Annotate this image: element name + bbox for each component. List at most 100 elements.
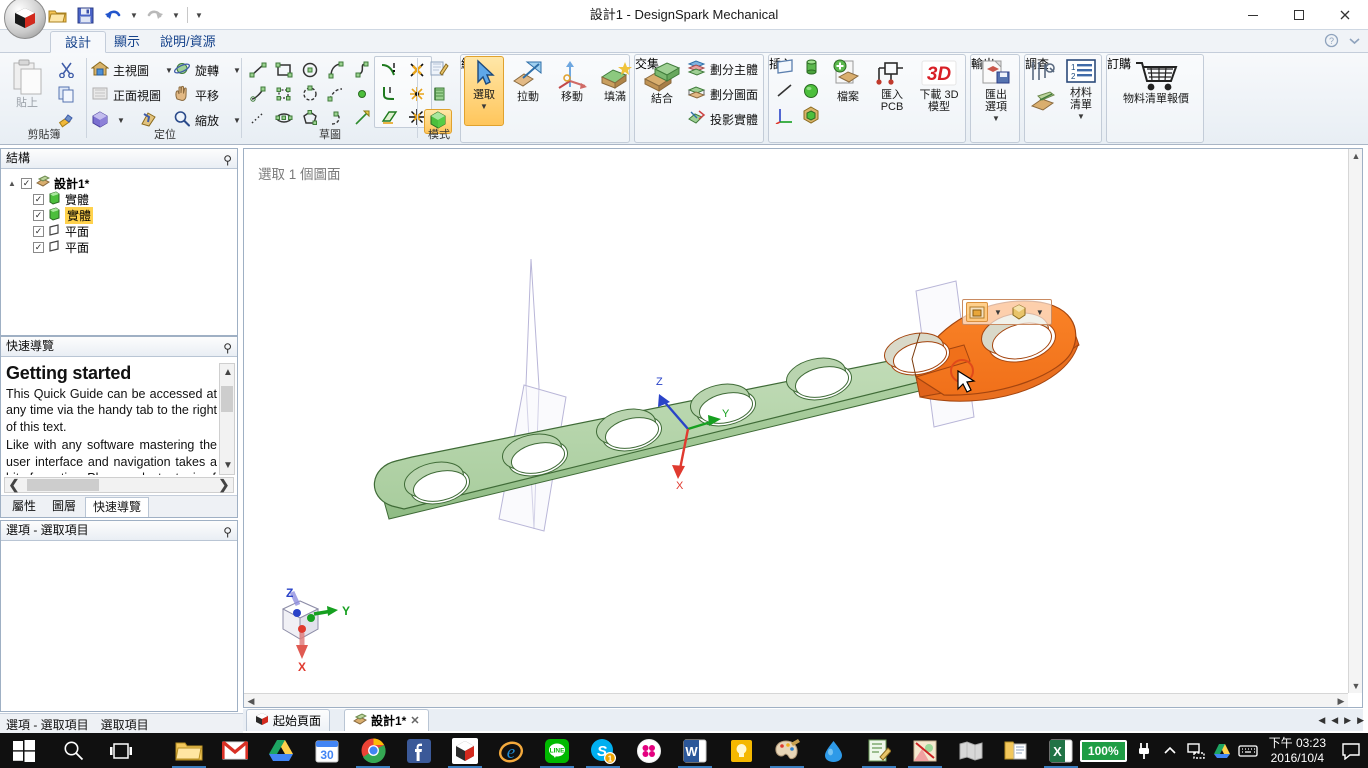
taskbar-item-word[interactable]: W — [672, 733, 718, 768]
tree-item-solid-2[interactable]: ✓ 實體 — [7, 206, 237, 224]
taskbar-item-photos[interactable] — [902, 733, 948, 768]
split-face-button[interactable]: 劃分圖面 — [687, 84, 758, 105]
tab-help-resources[interactable]: 說明/資源 — [146, 31, 230, 53]
taskbar-item-waterdrop[interactable] — [810, 733, 856, 768]
tree-checkbox[interactable]: ✓ — [21, 177, 32, 189]
paste-button[interactable]: 貼上 — [6, 59, 48, 109]
mass-properties-button[interactable] — [1028, 88, 1058, 116]
sketch-tool-line[interactable] — [246, 58, 270, 81]
split-body-button[interactable]: 劃分主體 — [687, 59, 758, 80]
zoom-button[interactable]: 縮放 ▼ — [173, 110, 241, 130]
measure-button[interactable] — [1028, 58, 1058, 86]
spin-caret-icon[interactable]: ▼ — [233, 66, 241, 75]
tree-item-plane-1[interactable]: ✓ 平面 — [7, 223, 237, 239]
export-options-button[interactable]: 匯出 選項 ▼ — [973, 59, 1019, 125]
download-3d-button[interactable]: 3D 下載 3D 模型 — [915, 59, 963, 113]
sketch-corner-tool[interactable] — [377, 82, 401, 105]
tree-item-design[interactable]: ▲ ✓ 設計1* — [7, 175, 237, 191]
sketch-tool-tangent-arc[interactable] — [324, 58, 348, 81]
tree-checkbox[interactable]: ✓ — [33, 241, 44, 253]
minimize-ribbon-icon[interactable] — [1347, 33, 1362, 51]
sketch-tool-spline[interactable] — [350, 58, 374, 81]
mode-sketch-button[interactable] — [425, 58, 453, 83]
insert-solid-primitive-button[interactable] — [799, 105, 823, 128]
guide-prev-button[interactable]: ❮ — [5, 477, 23, 492]
pan-button[interactable]: 平移 — [173, 85, 219, 105]
taskbar-item-facebook[interactable] — [396, 733, 442, 768]
sketch-tool-dotted-line[interactable] — [246, 106, 270, 129]
viewport-horizontal-scrollbar[interactable]: ◀ ▶ — [244, 693, 1348, 707]
sketch-tool-tangent-line[interactable] — [246, 82, 270, 105]
bom-caret-icon[interactable]: ▼ — [1077, 111, 1085, 123]
notification-icon[interactable] — [1334, 733, 1368, 768]
insert-line3d-button[interactable] — [773, 81, 797, 104]
taskbar-item-map[interactable] — [948, 733, 994, 768]
sketch-tool-three-point-arc[interactable] — [298, 82, 322, 105]
project-solid-button[interactable]: 投影實體 — [687, 109, 758, 130]
task-view-icon[interactable] — [98, 733, 144, 768]
export-options-caret-icon[interactable]: ▼ — [992, 113, 1000, 125]
taskbar-item-notes[interactable] — [718, 733, 764, 768]
nav-first-icon[interactable]: ◀ — [1316, 715, 1327, 726]
panel-tab-layers[interactable]: 圖層 — [45, 497, 83, 517]
sketch-tool-construction-line[interactable] — [350, 106, 374, 129]
sketch-tool-rectangle[interactable] — [272, 58, 296, 81]
minimize-button[interactable] — [1230, 0, 1276, 29]
copy-button[interactable] — [54, 84, 78, 107]
document-tab-home[interactable]: 起始頁面 — [246, 709, 331, 731]
taskbar-item-gmail[interactable] — [212, 733, 258, 768]
insert-file-button[interactable]: 檔案 — [827, 59, 869, 103]
viewport-scroll-left-icon[interactable]: ◀ — [244, 694, 258, 708]
home-view-caret-icon[interactable]: ▼ — [165, 66, 173, 75]
taskbar-item-editor[interactable] — [856, 733, 902, 768]
taskbar-item-calendar[interactable]: 30 — [304, 733, 350, 768]
help-icon[interactable]: ? — [1324, 33, 1339, 51]
panel-tab-properties[interactable]: 屬性 — [5, 497, 43, 517]
sketch-tool-point[interactable] — [350, 82, 374, 105]
bom-button[interactable]: 1 2 材料 清單 ▼ — [1060, 59, 1102, 123]
pin-icon[interactable]: ⚲ — [223, 151, 232, 170]
pin-icon[interactable]: ⚲ — [223, 523, 232, 542]
select-caret-icon[interactable]: ▼ — [480, 101, 488, 113]
close-icon[interactable]: ✕ — [410, 714, 419, 727]
pin-icon[interactable]: ⚲ — [223, 339, 232, 358]
tree-item-plane-2[interactable]: ✓ 平面 — [7, 239, 237, 255]
tab-design[interactable]: 設計 — [50, 31, 107, 53]
expander-icon[interactable]: ▲ — [7, 179, 17, 188]
cut-button[interactable] — [54, 59, 78, 82]
selection-mini-toolbar[interactable]: ▼ ▼ — [962, 299, 1052, 325]
view-cube-caret-icon[interactable]: ▼ — [117, 116, 125, 125]
google-drive-tray-icon[interactable] — [1209, 733, 1235, 768]
tree-checkbox[interactable]: ✓ — [33, 225, 44, 237]
import-pcb-button[interactable]: 匯入 PCB — [871, 59, 913, 113]
taskbar-item-designspark[interactable] — [442, 733, 488, 768]
taskbar-item-paint[interactable] — [764, 733, 810, 768]
mode-section-button[interactable] — [425, 84, 453, 109]
selection-solid-caret-icon[interactable]: ▼ — [1032, 308, 1048, 317]
home-view-button[interactable]: 主視圖 ▼ — [90, 60, 173, 80]
taskbar-item-folder-doc[interactable] — [994, 733, 1040, 768]
sketch-tool-sweep-arc[interactable] — [324, 106, 348, 129]
zoom-caret-icon[interactable]: ▼ — [233, 116, 241, 125]
show-hidden-icons-icon[interactable] — [1157, 733, 1183, 768]
insert-cylinder-button[interactable] — [799, 57, 823, 80]
sketch-tool-ellipse[interactable] — [272, 106, 296, 129]
keyboard-icon[interactable] — [1235, 733, 1261, 768]
sketch-trim-tool[interactable] — [377, 58, 401, 81]
sketch-tool-circle[interactable] — [298, 58, 322, 81]
tree-checkbox[interactable]: ✓ — [33, 193, 44, 205]
move-button[interactable]: 移動 — [551, 59, 593, 103]
windows-start-icon[interactable] — [0, 733, 48, 768]
fill-button[interactable]: 填滿 — [594, 59, 636, 103]
nav-next-icon[interactable]: ▶ — [1342, 715, 1353, 726]
selection-face-icon[interactable] — [966, 302, 988, 322]
3d-viewport[interactable]: 選取 1 個圖面 Z Y X Z Y X ▼ ▼ ▲ ▼ ◀ ▶ — [243, 148, 1363, 708]
guide-hscroll-thumb[interactable] — [27, 479, 99, 491]
battery-indicator[interactable]: 100% — [1079, 739, 1127, 762]
search-icon[interactable] — [50, 733, 96, 768]
scroll-up-icon[interactable]: ▲ — [220, 363, 236, 381]
taskbar-item-chrome[interactable] — [350, 733, 396, 768]
viewport-scroll-up-icon[interactable]: ▲ — [1349, 149, 1363, 163]
guide-horizontal-scrollbar[interactable]: ❮ ❯ — [4, 477, 234, 493]
selection-face-caret-icon[interactable]: ▼ — [990, 308, 1006, 317]
